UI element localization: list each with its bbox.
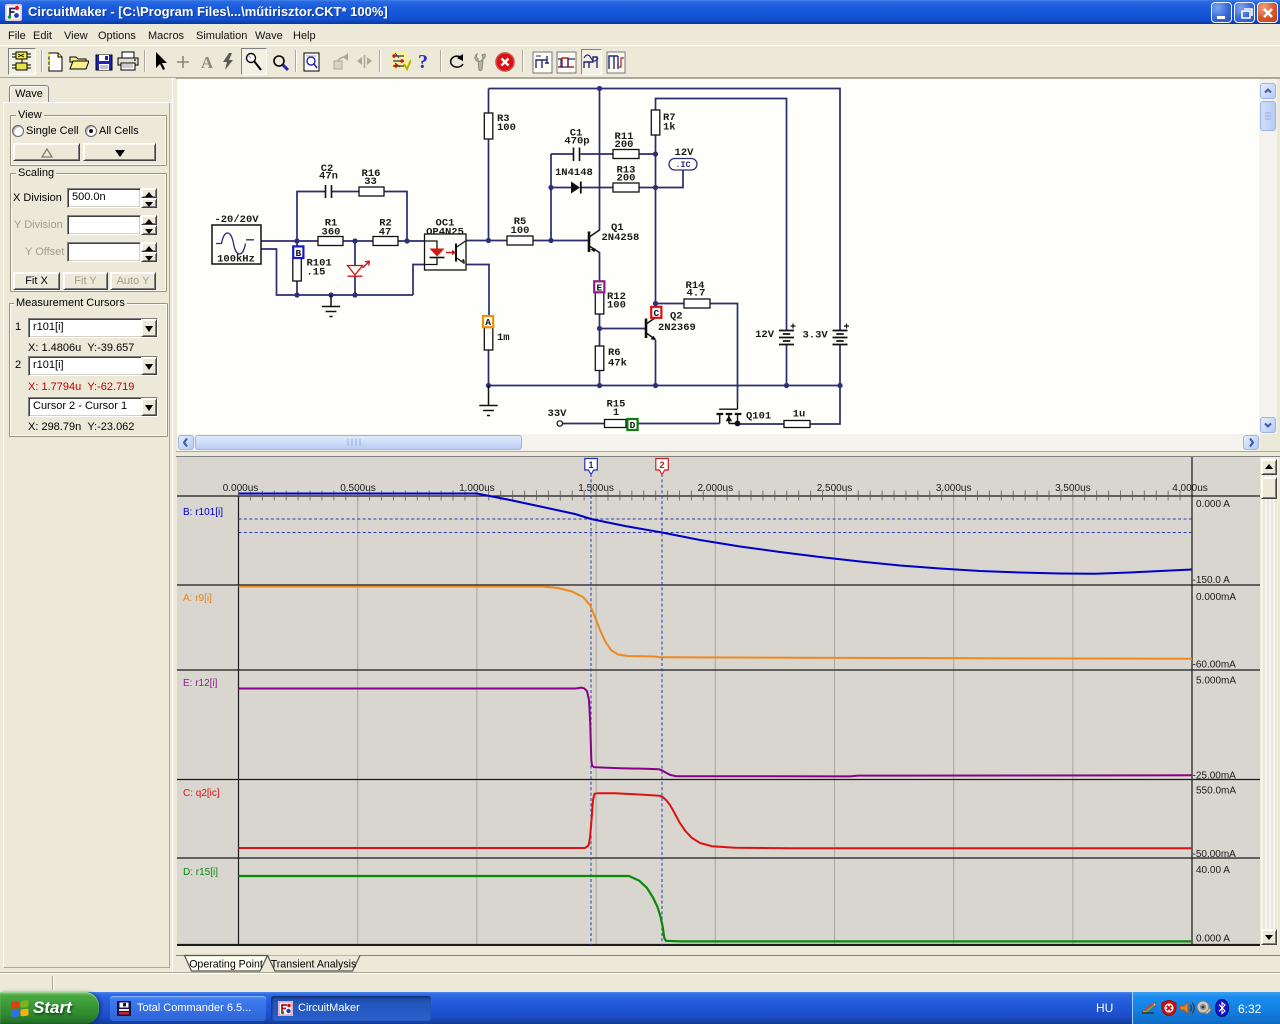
svg-text:.IC: .IC xyxy=(675,160,690,170)
svg-text:-25.00mA: -25.00mA xyxy=(1193,771,1237,782)
svg-text:0.000 A: 0.000 A xyxy=(1196,934,1230,945)
svg-text:12V: 12V xyxy=(675,147,695,159)
svg-text:A: r9[i]: A: r9[i] xyxy=(183,593,212,604)
svg-text:-150.0 A: -150.0 A xyxy=(1193,575,1231,586)
svg-text:-60.00mA: -60.00mA xyxy=(1193,660,1237,671)
svg-text:200: 200 xyxy=(615,139,634,151)
svg-text:3.3V: 3.3V xyxy=(803,330,829,342)
svg-text:.15: .15 xyxy=(307,267,326,279)
svg-text:B: r101[i]: B: r101[i] xyxy=(183,507,223,518)
svg-text:1u: 1u xyxy=(793,409,806,421)
svg-text:0.000mA: 0.000mA xyxy=(1196,592,1236,603)
svg-text:2N2369: 2N2369 xyxy=(658,322,696,334)
svg-text:A: A xyxy=(201,54,214,70)
svg-text:1N4148: 1N4148 xyxy=(555,167,593,179)
svg-text:33V: 33V xyxy=(548,408,568,420)
svg-text:4.000us: 4.000us xyxy=(1172,483,1208,494)
svg-text:Operating Point: Operating Point xyxy=(189,959,263,971)
svg-text:1m: 1m xyxy=(497,332,510,344)
svg-text:1k: 1k xyxy=(663,122,676,134)
svg-text:OP4N25: OP4N25 xyxy=(426,227,464,239)
svg-text:B: B xyxy=(295,248,301,259)
svg-text:D: D xyxy=(630,420,636,431)
svg-text:?: ? xyxy=(418,51,428,72)
svg-text:200: 200 xyxy=(617,173,636,185)
svg-text:Q101: Q101 xyxy=(746,411,771,423)
svg-text:2: 2 xyxy=(659,460,664,470)
svg-text:47: 47 xyxy=(379,227,392,239)
svg-text:47n: 47n xyxy=(319,171,338,183)
svg-text:Q2: Q2 xyxy=(670,311,683,323)
svg-text:-20/20V: -20/20V xyxy=(214,214,259,226)
svg-text:0.000 A: 0.000 A xyxy=(1196,499,1230,510)
svg-text:0.000us: 0.000us xyxy=(223,483,259,494)
svg-text:D: r15[i]: D: r15[i] xyxy=(183,867,218,878)
svg-text:A: A xyxy=(485,317,491,328)
svg-text:550.0mA: 550.0mA xyxy=(1196,786,1236,797)
svg-text:1: 1 xyxy=(588,460,593,470)
svg-text:C: q2[ic]: C: q2[ic] xyxy=(183,788,220,799)
svg-text:E: r12[i]: E: r12[i] xyxy=(183,678,218,689)
svg-text:33: 33 xyxy=(364,176,377,188)
svg-text:2N4258: 2N4258 xyxy=(602,232,640,244)
svg-text:E: E xyxy=(596,283,602,294)
svg-text:100kHz: 100kHz xyxy=(217,254,255,266)
svg-text:C: C xyxy=(653,308,659,319)
svg-text:12V: 12V xyxy=(755,329,775,341)
svg-text:40.00 A: 40.00 A xyxy=(1196,865,1230,876)
svg-text:100: 100 xyxy=(497,122,516,134)
svg-text:5.000mA: 5.000mA xyxy=(1196,676,1236,687)
svg-text:Transient Analysis: Transient Analysis xyxy=(271,959,357,971)
svg-text:360: 360 xyxy=(322,227,341,239)
svg-text:4.7: 4.7 xyxy=(687,288,706,300)
svg-text:47k: 47k xyxy=(608,358,627,370)
svg-text:470p: 470p xyxy=(564,136,589,148)
svg-text:100: 100 xyxy=(607,300,626,312)
svg-text:1: 1 xyxy=(613,407,619,419)
svg-text:100: 100 xyxy=(511,225,530,237)
svg-text:-50.00mA: -50.00mA xyxy=(1193,849,1237,860)
